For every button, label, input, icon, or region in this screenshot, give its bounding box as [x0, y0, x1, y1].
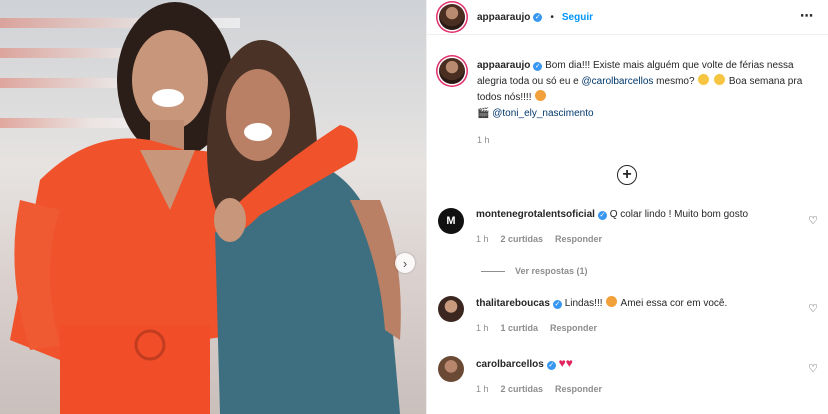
post-header: appaaraujo ✓ • Seguir ⋯	[427, 0, 828, 35]
comment-item: thalitareboucas ✓ Lindas!!! Amei essa cor…	[438, 296, 828, 335]
comment-timestamp[interactable]: 1 h	[476, 232, 489, 246]
like-heart-icon[interactable]: ♡	[808, 362, 818, 375]
reply-button[interactable]: Responder	[555, 232, 602, 246]
author-avatar[interactable]	[439, 4, 465, 30]
verified-badge-icon: ✓	[533, 62, 543, 71]
heart-eyes-emoji-icon	[606, 296, 618, 307]
commenter-avatar[interactable]: M	[438, 208, 464, 234]
laughing-emoji-icon	[714, 74, 726, 85]
reply-button[interactable]: Responder	[555, 382, 602, 396]
caption-mention-link[interactable]: @carolbarcellos	[582, 76, 654, 87]
commenter-avatar[interactable]	[438, 296, 464, 322]
heart-eyes-emoji-icon	[535, 90, 547, 101]
red-heart-icon: ♥♥	[558, 356, 573, 370]
verified-badge-icon: ✓	[552, 300, 562, 309]
verified-badge-icon: ✓	[546, 361, 556, 370]
commenter-username[interactable]: thalitareboucas	[476, 298, 550, 309]
post-caption: appaaraujo ✓ Bom dia!!! Existe mais algué…	[439, 58, 816, 148]
verified-badge-icon: ✓	[533, 12, 543, 22]
caption-text-part-2: mesmo?	[656, 76, 695, 87]
comment-likes[interactable]: 2 curtidas	[501, 232, 544, 246]
comment-likes[interactable]: 2 curtidas	[501, 382, 544, 396]
caption-username[interactable]: appaaraujo	[477, 60, 530, 71]
commenter-username[interactable]: carolbarcellos	[476, 359, 544, 370]
caption-timestamp[interactable]: 1 h	[477, 132, 816, 148]
plus-icon: +	[622, 166, 632, 183]
commenter-avatar[interactable]	[438, 356, 464, 382]
comment-item: M montenegrotalentsoficial ✓ Q colar lind…	[438, 208, 828, 246]
more-options-icon[interactable]: ⋯	[800, 9, 814, 22]
comment-text: Q colar lindo ! Muito bom gosto	[609, 209, 749, 220]
separator-dot: •	[550, 11, 554, 23]
author-username[interactable]: appaaraujo	[477, 12, 530, 23]
thinking-emoji-icon	[698, 74, 710, 85]
load-more-comments-button[interactable]: +	[617, 165, 637, 185]
comment-timestamp[interactable]: 1 h	[476, 382, 489, 396]
photo-people-illustration	[10, 2, 401, 414]
photo-credit-mention[interactable]: @toni_ely_nascimento	[492, 108, 593, 119]
like-heart-icon[interactable]: ♡	[808, 214, 818, 227]
chevron-right-icon: ›	[402, 255, 408, 271]
verified-badge-icon: ✓	[597, 211, 607, 220]
comment-item: carolbarcellos ✓ ♥♥ 1 h 2 curtidas Respon…	[438, 356, 828, 396]
comment-text-continued: Amei essa cor em você.	[620, 298, 728, 309]
comment-timestamp[interactable]: 1 h	[476, 321, 489, 335]
next-photo-button[interactable]: ›	[395, 253, 415, 273]
camera-icon: 🎬	[477, 108, 490, 119]
caption-author-avatar[interactable]	[439, 58, 465, 84]
post-details-panel: appaaraujo ✓ • Seguir ⋯ appaaraujo ✓ Bom …	[426, 0, 828, 414]
follow-button[interactable]: Seguir	[562, 12, 593, 23]
like-heart-icon[interactable]: ♡	[808, 302, 818, 315]
comment-text: Lindas!!!	[564, 298, 603, 309]
replies-divider-line	[481, 270, 505, 272]
commenter-username[interactable]: montenegrotalentsoficial	[476, 209, 595, 220]
reply-button[interactable]: Responder	[550, 321, 597, 335]
view-replies-button[interactable]: Ver respostas (1)	[481, 266, 588, 276]
avatar-logo-letter: M	[446, 215, 456, 227]
post-photo[interactable]: ›	[0, 0, 426, 414]
comment-likes[interactable]: 1 curtida	[501, 321, 539, 335]
view-replies-label: Ver respostas (1)	[515, 266, 588, 276]
